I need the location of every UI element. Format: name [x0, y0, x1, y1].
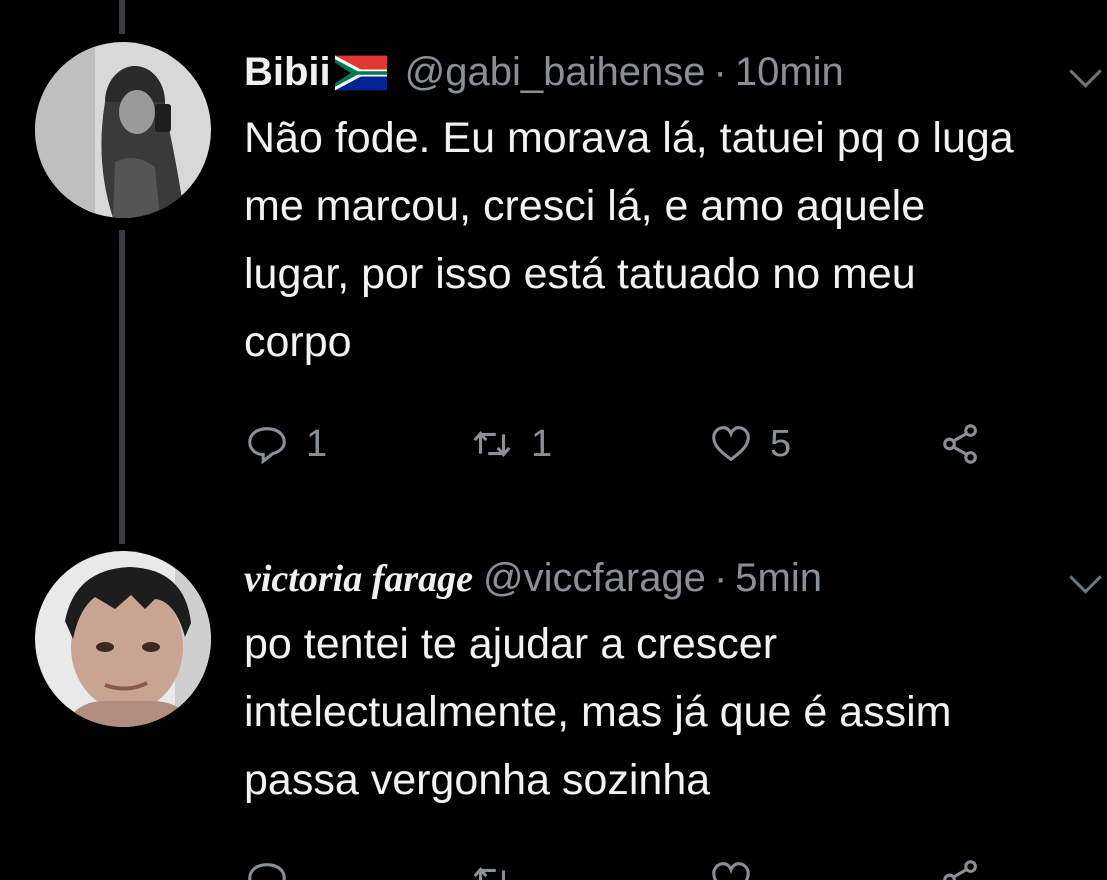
thread-line-top [119, 0, 125, 34]
tweet[interactable]: victoria farage @viccfarage · 5min po tente… [0, 548, 1107, 880]
share-icon [943, 860, 977, 880]
chevron-down-icon[interactable] [1069, 561, 1102, 594]
tweet-actions: 1 1 5 [244, 414, 1004, 474]
retweet-button[interactable]: 1 [469, 414, 552, 474]
retweet-button[interactable] [469, 850, 515, 880]
share-icon [943, 424, 977, 464]
like-button[interactable] [708, 850, 754, 880]
reply-icon [248, 427, 286, 465]
separator: · [713, 50, 727, 94]
chevron-down-icon[interactable] [1069, 55, 1102, 88]
display-name[interactable]: victoria farage [244, 558, 473, 600]
tweet[interactable]: Bibii @gabi_baihense · 10min Não fode. Eu … [0, 42, 1107, 512]
timestamp[interactable]: 5min [735, 556, 822, 600]
avatar[interactable] [35, 551, 211, 727]
reply-icon [248, 863, 286, 880]
retweet-icon [473, 431, 511, 457]
display-name[interactable]: Bibii [244, 50, 331, 94]
tweet-text: Não fode. Eu morava lá, tatuei pq o luga… [244, 114, 1014, 366]
share-button[interactable] [938, 414, 984, 474]
reply-count: 1 [306, 422, 328, 465]
tweet-actions [244, 850, 1004, 880]
share-button[interactable] [938, 850, 984, 880]
tweet-header: victoria farage @viccfarage · 5min [244, 548, 822, 608]
reply-button[interactable] [244, 850, 290, 880]
retweet-icon [473, 867, 506, 880]
like-icon [712, 426, 750, 462]
south-africa-flag-icon [334, 55, 387, 91]
user-handle[interactable]: @gabi_baihense [405, 50, 706, 94]
like-button[interactable]: 5 [708, 414, 791, 474]
user-handle[interactable]: @viccfarage [483, 556, 706, 600]
reply-button[interactable]: 1 [244, 414, 327, 474]
tweet-text: po tentei te ajudar a crescer intelectua… [244, 620, 952, 804]
tweet-header: Bibii @gabi_baihense · 10min [244, 42, 844, 102]
avatar[interactable] [35, 42, 211, 218]
like-count: 5 [770, 422, 792, 465]
timestamp[interactable]: 10min [735, 50, 844, 94]
retweet-count: 1 [531, 422, 553, 465]
like-icon [712, 862, 750, 880]
separator: · [713, 556, 728, 600]
